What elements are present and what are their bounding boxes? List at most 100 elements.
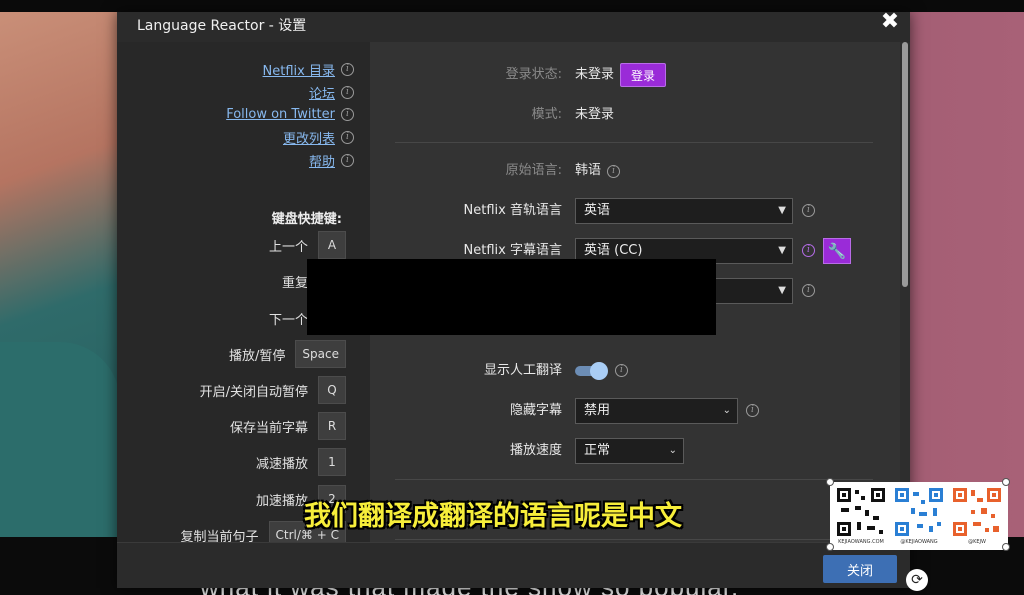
playback-speed-select[interactable]: 正常 ⌄ [575, 438, 684, 464]
section-divider [395, 479, 873, 480]
info-icon[interactable]: i [341, 153, 354, 167]
mode-value: 未登录 [575, 107, 615, 122]
hide-subtitles-label: 隐藏字幕 [509, 403, 562, 418]
help-link[interactable]: 帮助 [309, 151, 335, 170]
playback-speed-value: 正常 [584, 443, 611, 458]
qr-caption: @KEJW [968, 539, 986, 545]
shortcut-key[interactable]: 1 [318, 448, 346, 476]
shortcut-row: 开启/关闭自动暂停 Q [117, 376, 346, 404]
qr-caption: @KEJIAOWANG [900, 539, 938, 545]
playback-speed-row: 播放速度 正常 ⌄ [370, 438, 900, 464]
shortcut-row: 播放/暂停 Space [117, 340, 346, 368]
toggle-knob [590, 362, 608, 380]
link-row-twitter: Follow on Twitter i [226, 104, 354, 124]
shortcut-key[interactable]: Space [295, 340, 346, 368]
video-top-bar [0, 0, 1024, 12]
shortcut-label: 下一个 [268, 312, 308, 328]
human-translation-row: 显示人工翻译 i [370, 358, 900, 384]
original-language-value: 韩语 [575, 163, 602, 178]
login-button[interactable]: 登录 [620, 63, 667, 87]
original-language-label: 原始语言: [505, 163, 562, 178]
section-divider [395, 142, 873, 143]
login-status-value-group: 未登录 登录 [575, 62, 667, 88]
resize-handle[interactable] [1002, 478, 1010, 486]
link-row-changelog: 更改列表 i [283, 127, 354, 147]
login-status-row: 登录状态: 未登录 登录 [370, 62, 900, 88]
dialog-title: Language Reactor - 设置 [137, 18, 307, 34]
info-icon[interactable]: i [802, 284, 815, 297]
shortcut-row: 上一个 A [117, 231, 346, 259]
shortcut-label: 减速播放 [255, 456, 308, 472]
login-status-value: 未登录 [575, 67, 615, 82]
qr-code-icon [893, 486, 945, 538]
shortcut-label: 重复 [281, 275, 308, 291]
wrench-icon[interactable]: 🔧 [823, 238, 851, 264]
info-icon[interactable]: i [341, 62, 354, 76]
resize-handle[interactable] [1002, 543, 1010, 551]
link-row-forum: 论坛 i [309, 82, 354, 102]
audio-language-value: 英语 [584, 203, 611, 218]
caret-down-icon: ▼ [778, 205, 786, 216]
human-translation-label: 显示人工翻译 [483, 363, 562, 378]
login-status-label: 登录状态: [505, 67, 562, 82]
mode-label: 模式: [531, 107, 562, 122]
qr-caption: KEJIAOWANG.COM [838, 539, 884, 545]
hide-subtitles-select[interactable]: 禁用 ⌄ [575, 398, 738, 424]
close-icon[interactable]: ✖ [879, 10, 901, 34]
info-icon[interactable]: i [746, 404, 759, 417]
human-translation-toggle[interactable] [575, 362, 608, 380]
qr-code-icon [835, 486, 887, 538]
original-language-value-group: 韩语 i [575, 158, 621, 184]
chevron-down-icon: ⌄ [722, 405, 731, 416]
hide-subtitles-row: 隐藏字幕 禁用 ⌄ i [370, 398, 900, 424]
info-icon[interactable]: i [607, 164, 621, 178]
audio-language-label: Netflix 音轨语言 [463, 203, 562, 218]
twitter-link[interactable]: Follow on Twitter [226, 107, 335, 122]
info-icon[interactable]: i [802, 204, 815, 217]
mode-row: 模式: 未登录 [370, 102, 900, 128]
keyboard-shortcuts-title: 键盘快捷键: [271, 212, 342, 227]
caret-down-icon: ▼ [778, 285, 786, 296]
shortcut-key[interactable]: A [318, 231, 346, 259]
info-icon[interactable]: i [341, 85, 354, 99]
shortcut-label: 上一个 [268, 239, 308, 255]
shortcut-key[interactable]: R [318, 412, 346, 440]
dialog-title-bar: Language Reactor - 设置 [117, 12, 910, 42]
forum-link[interactable]: 论坛 [309, 83, 335, 102]
playback-speed-label: 播放速度 [509, 443, 562, 458]
resize-handle[interactable] [826, 478, 834, 486]
resize-handle[interactable] [826, 543, 834, 551]
info-icon[interactable]: i [802, 244, 815, 257]
qr-code-icon [951, 486, 1003, 538]
original-language-row: 原始语言: 韩语 i [370, 158, 900, 184]
refresh-icon[interactable]: ⟳ [906, 569, 928, 591]
scrollbar-thumb[interactable] [902, 42, 908, 287]
audio-language-row: Netflix 音轨语言 英语 ▼ i [370, 198, 900, 224]
chevron-down-icon: ⌄ [668, 445, 677, 456]
content-scrollbar[interactable] [900, 42, 910, 542]
changelog-link[interactable]: 更改列表 [283, 128, 335, 147]
link-row-help: 帮助 i [309, 150, 354, 170]
video-person [0, 12, 130, 537]
section-divider [395, 539, 873, 540]
shortcut-label: 复制当前句子 [180, 529, 259, 543]
shortcut-label: 开启/关闭自动暂停 [199, 384, 308, 400]
link-row-netflix-catalog: Netflix 目录 i [263, 59, 354, 79]
caret-down-icon: ▼ [778, 245, 786, 256]
close-button[interactable]: 关闭 [823, 555, 897, 583]
info-icon[interactable]: i [341, 130, 354, 144]
chinese-caption: 我们翻译成翻译的语言呢是中文 [304, 501, 682, 532]
redaction-box [307, 259, 716, 335]
info-icon[interactable]: i [341, 107, 354, 121]
shortcut-row: 减速播放 1 [117, 448, 346, 476]
netflix-catalog-link[interactable]: Netflix 目录 [263, 60, 335, 79]
shortcut-row: 保存当前字幕 R [117, 412, 346, 440]
shortcut-label: 播放/暂停 [229, 348, 286, 364]
info-icon[interactable]: i [615, 364, 628, 377]
qr-code-panel: KEJIAOWANG.COM @KEJIAOWANG @KEJW [830, 482, 1008, 550]
shortcut-key[interactable]: Q [318, 376, 346, 404]
dialog-footer: 关闭 [117, 542, 910, 588]
audio-language-select[interactable]: 英语 ▼ [575, 198, 793, 224]
hide-subtitles-value: 禁用 [584, 403, 611, 418]
shortcut-label: 保存当前字幕 [229, 420, 308, 436]
